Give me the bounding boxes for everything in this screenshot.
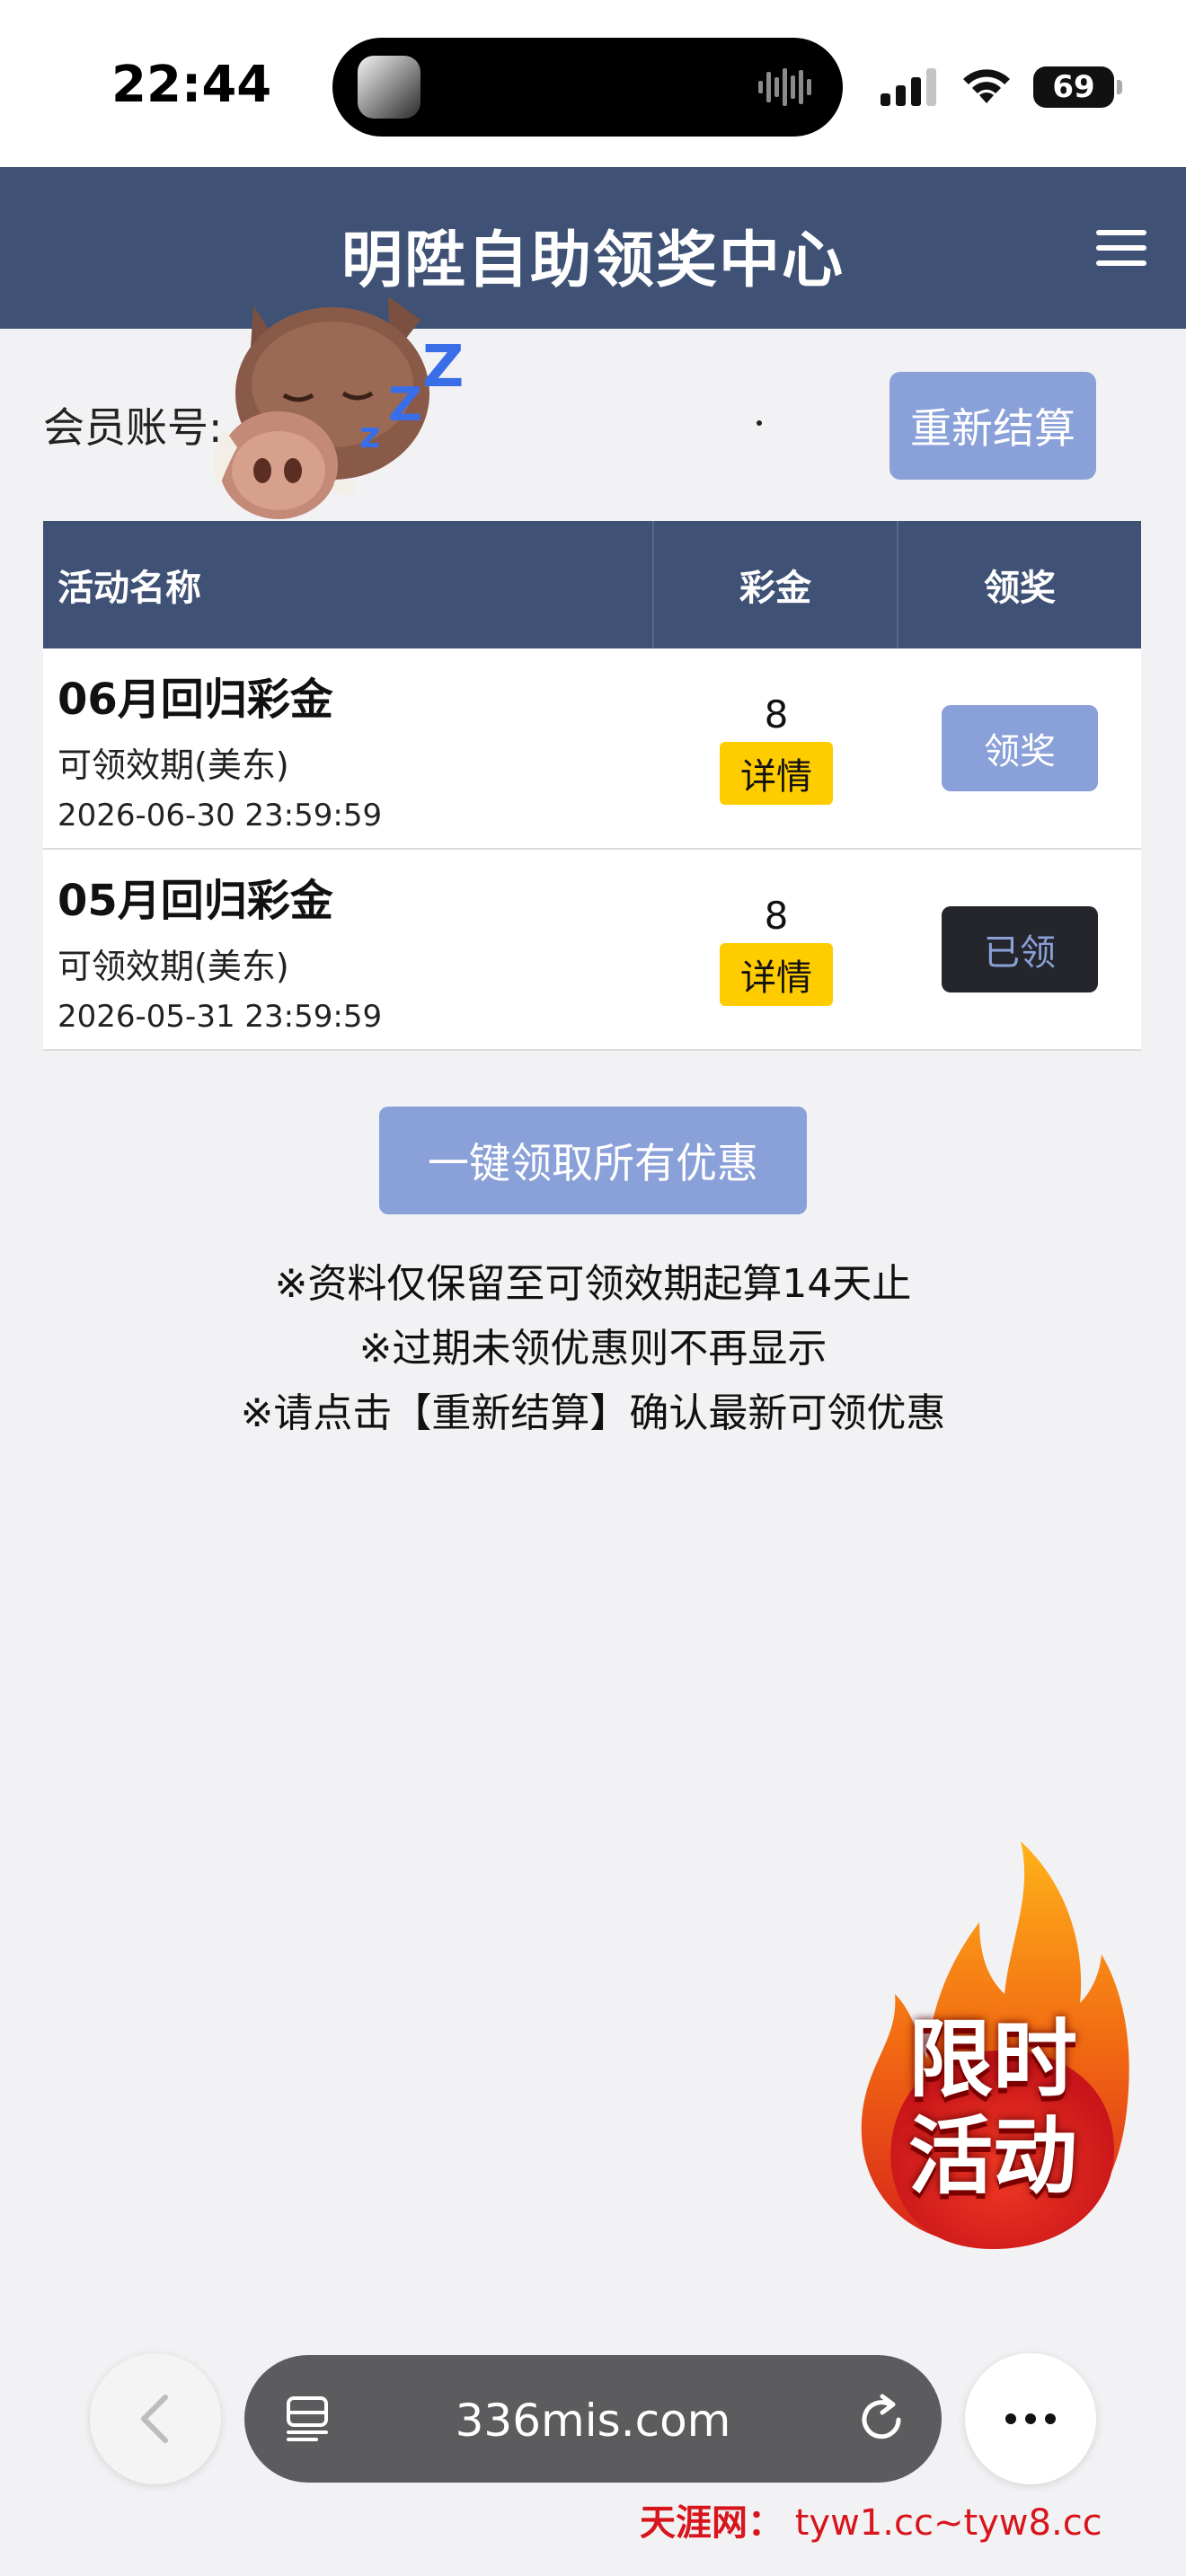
activity-table: 活动名称 彩金 领奖 06月回归彩金 可领效期(美东) 2026-06-30 2… xyxy=(43,521,1141,1051)
claim-all-button[interactable]: 一键领取所有优惠 xyxy=(379,1107,807,1214)
activity-title: 06月回归彩金 xyxy=(58,674,333,725)
svg-text:Z: Z xyxy=(388,378,422,432)
status-bar: 22:44 69 xyxy=(0,0,1186,167)
chevron-left-icon xyxy=(141,2395,168,2443)
sleeping-boar-sticker: z Z Z xyxy=(213,296,464,519)
watermark-brand: 天涯网： xyxy=(640,2502,783,2544)
status-icons: 69 xyxy=(881,65,1122,110)
status-time: 22:44 xyxy=(111,56,272,114)
reload-icon[interactable] xyxy=(855,2393,907,2445)
header-claim: 领奖 xyxy=(984,568,1056,609)
note-line: ※过期未领优惠则不再显示 xyxy=(358,1326,828,1372)
more-icon xyxy=(1005,2413,1016,2424)
app-header: 明陞自助领奖中心 xyxy=(0,167,1186,329)
watermark: 天涯网： tyw1.cc~tyw8.cc xyxy=(640,2493,1102,2545)
promo-text-line1: 限时 xyxy=(907,2011,1077,2109)
signal-icon xyxy=(881,68,936,106)
wifi-icon xyxy=(963,69,1010,103)
battery-indicator: 69 xyxy=(1033,66,1122,108)
note-line: ※请点击【重新结算】确认最新可领优惠 xyxy=(240,1390,946,1436)
claim-button[interactable]: 领奖 xyxy=(942,705,1098,791)
header-bonus: 彩金 xyxy=(654,521,898,648)
url-text: 336mis.com xyxy=(455,2395,731,2447)
detail-button[interactable]: 详情 xyxy=(720,942,833,1006)
bonus-amount: 8 xyxy=(764,692,789,737)
address-bar[interactable]: 336mis.com xyxy=(244,2355,942,2483)
recalculate-button[interactable]: 重新结算 xyxy=(890,372,1096,480)
activity-title: 05月回归彩金 xyxy=(58,875,333,926)
more-button[interactable] xyxy=(965,2353,1096,2484)
promo-text-line2: 活动 xyxy=(907,2108,1077,2206)
now-playing-avatar xyxy=(358,56,420,119)
note-line: ※资料仅保留至可领效期起算14天止 xyxy=(274,1261,912,1307)
table-row: 05月回归彩金 可领效期(美东) 2026-05-31 23:59:59 8 详… xyxy=(43,850,1141,1051)
page-title: 明陞自助领奖中心 xyxy=(341,225,845,296)
dynamic-island xyxy=(332,38,843,137)
detail-button[interactable]: 详情 xyxy=(720,741,833,805)
bonus-amount: 8 xyxy=(764,893,789,938)
member-account-value xyxy=(757,420,762,426)
claimed-button[interactable]: 已领 xyxy=(942,906,1098,992)
hamburger-menu-icon[interactable] xyxy=(1096,230,1146,266)
table-row: 06月回归彩金 可领效期(美东) 2026-06-30 23:59:59 8 详… xyxy=(43,648,1141,850)
svg-text:Z: Z xyxy=(422,334,464,401)
validity-label: 可领效期(美东) xyxy=(58,946,289,986)
table-header: 活动名称 彩金 领奖 xyxy=(43,521,1141,648)
notes: ※资料仅保留至可领效期起算14天止 ※过期未领优惠则不再显示 ※请点击【重新结算… xyxy=(0,1252,1186,1446)
svg-text:z: z xyxy=(359,415,380,456)
validity-label: 可领效期(美东) xyxy=(58,745,289,785)
limited-time-promo-badge[interactable]: 限时 活动 xyxy=(845,1823,1141,2263)
audio-wave-icon xyxy=(758,68,811,106)
header-activity-name: 活动名称 xyxy=(43,521,654,648)
back-button[interactable] xyxy=(90,2353,221,2484)
deadline: 2026-05-31 23:59:59 xyxy=(58,998,383,1035)
watermark-url: tyw1.cc~tyw8.cc xyxy=(794,2502,1102,2544)
member-account-label: 会员账号: xyxy=(43,403,223,452)
deadline: 2026-06-30 23:59:59 xyxy=(58,797,383,834)
